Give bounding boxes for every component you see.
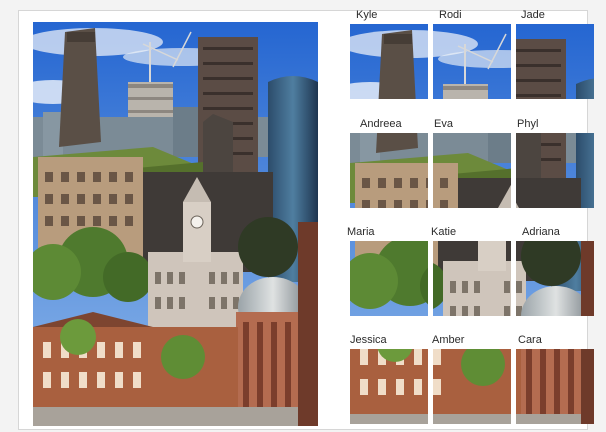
tile-label-andreea: Andreea	[360, 118, 402, 130]
tile-label-phyl: Phyl	[517, 118, 539, 130]
tile-adriana[interactable]	[516, 241, 594, 316]
tile-phyl[interactable]	[516, 133, 594, 208]
tile-label-adriana: Adriana	[522, 226, 560, 238]
tile-katie[interactable]	[433, 241, 511, 316]
tile-label-cara: Cara	[518, 334, 542, 346]
tile-rodi[interactable]	[433, 24, 511, 99]
tile-cara[interactable]	[516, 349, 594, 424]
collage-main-image[interactable]	[33, 22, 318, 426]
tile-maria[interactable]	[350, 241, 428, 316]
tile-label-amber: Amber	[432, 334, 465, 346]
tile-amber[interactable]	[433, 349, 511, 424]
tile-jessica[interactable]	[350, 349, 428, 424]
tile-label-eva: Eva	[434, 118, 453, 130]
tile-label-katie: Katie	[431, 226, 457, 238]
tile-label-kyle: Kyle	[356, 9, 378, 21]
tile-label-maria: Maria	[347, 226, 375, 238]
tile-label-jessica: Jessica	[350, 334, 387, 346]
tile-andreea[interactable]	[350, 133, 428, 208]
tile-eva[interactable]	[433, 133, 511, 208]
tile-kyle[interactable]	[350, 24, 428, 99]
tile-jade[interactable]	[516, 24, 594, 99]
tile-label-jade: Jade	[521, 9, 545, 21]
tile-label-rodi: Rodi	[439, 9, 462, 21]
